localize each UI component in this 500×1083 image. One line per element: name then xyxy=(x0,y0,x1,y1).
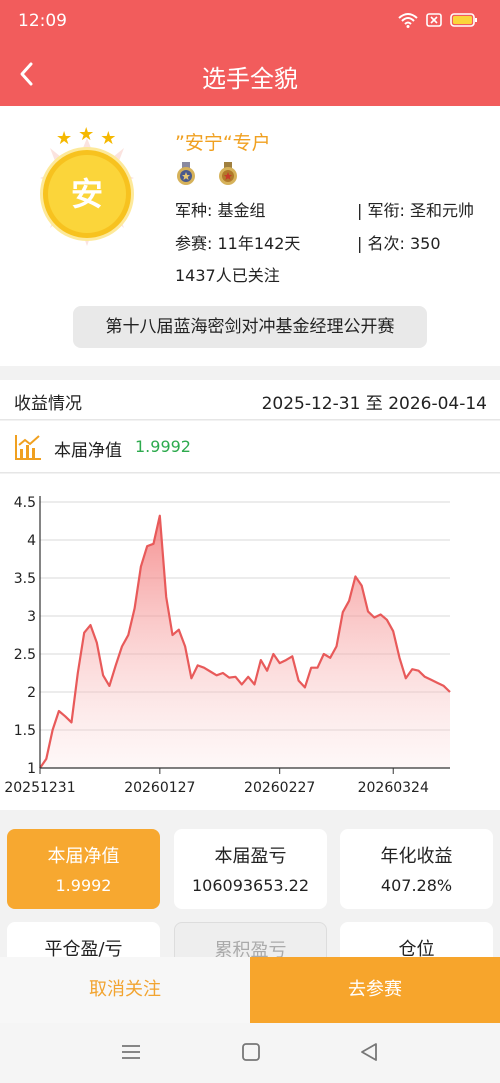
avatar[interactable]: ★ ★ ★ 安 xyxy=(20,118,160,248)
star-icon: ★ xyxy=(100,128,117,149)
nav-label: 本届净值 xyxy=(54,441,122,461)
username: ”安宁“专户 xyxy=(175,132,271,154)
blue-medal-icon xyxy=(177,162,195,185)
top-nav-bar: 选手全貌 xyxy=(0,44,500,106)
join-contest-button[interactable]: 去参赛 xyxy=(250,957,500,1023)
x-tick-label: 20260324 xyxy=(358,780,429,796)
card-value: 407.28% xyxy=(380,876,453,895)
y-tick-label: 3.5 xyxy=(14,571,36,587)
system-nav-bar xyxy=(0,1023,500,1083)
position-label: | 名次: 350 xyxy=(357,234,441,253)
y-tick-label: 4 xyxy=(27,533,36,549)
status-bar: 12:09 xyxy=(0,0,500,44)
card-value: 1.9992 xyxy=(55,876,112,895)
menu-icon[interactable] xyxy=(120,1041,142,1067)
medals xyxy=(175,162,239,186)
star-icon: ★ xyxy=(56,128,73,149)
stats-cards: 本届净值 1.9992 本届盈亏 106093653.22 年化收益 407.2… xyxy=(0,812,500,1002)
x-tick-label: 20251231 xyxy=(4,780,75,796)
card-value: 106093653.22 xyxy=(191,876,310,895)
bar-chart-icon xyxy=(14,433,42,465)
x-tick-label: 20260227 xyxy=(244,780,315,796)
home-icon[interactable] xyxy=(240,1041,262,1067)
card-nav[interactable]: 本届净值 1.9992 xyxy=(7,829,160,909)
y-tick-label: 3 xyxy=(27,609,36,625)
y-tick-label: 4.5 xyxy=(14,495,36,511)
nav-chart: 1 1.5 2 2.5 3 3.5 4 4.5 20251231 20260127 20260227… xyxy=(0,474,500,810)
y-tick-label: 2.5 xyxy=(14,647,36,663)
arm-label: 军种: 基金组 xyxy=(175,201,266,220)
nav-area-fill xyxy=(40,515,450,768)
avatar-initial: 安 xyxy=(43,150,131,238)
nav-value: 1.9992 xyxy=(135,437,191,456)
follower-count: 1437人已关注 xyxy=(175,266,280,285)
card-pnl[interactable]: 本届盈亏 106093653.22 xyxy=(174,829,327,909)
y-tick-label: 1 xyxy=(27,761,36,777)
card-label: 本届盈亏 xyxy=(214,846,287,867)
status-time: 12:09 xyxy=(18,11,67,31)
rank-stars: ★ ★ ★ xyxy=(56,126,117,149)
triangle-back-icon[interactable] xyxy=(358,1041,380,1067)
tenure-label: 参赛: 11年142天 xyxy=(175,234,301,253)
contest-tag[interactable]: 第十八届蓝海密剑对冲基金经理公开赛 xyxy=(73,306,427,348)
star-icon: ★ xyxy=(78,124,95,145)
profile-card: ★ ★ ★ 安 ”安宁“专户 军种: 基金组 | 军衔: 圣和元帅 参赛: 11… xyxy=(0,106,500,366)
bottom-actions: 取消关注 去参赛 xyxy=(0,957,500,1023)
card-annual-return[interactable]: 年化收益 407.28% xyxy=(340,829,493,909)
card-label: 本届净值 xyxy=(47,846,120,867)
wifi-icon xyxy=(398,12,418,32)
x-tick-label: 20260127 xyxy=(124,780,195,796)
y-tick-label: 1.5 xyxy=(14,723,36,739)
y-tick-label: 2 xyxy=(27,685,36,701)
gold-medal-icon xyxy=(219,162,237,185)
sim-icon xyxy=(426,12,442,32)
nav-value-row: 本届净值 1.9992 xyxy=(0,421,500,473)
status-icons xyxy=(398,12,478,32)
card-label: 年化收益 xyxy=(380,846,453,867)
date-range[interactable]: 2025-12-31 至 2026-04-14 xyxy=(262,389,487,414)
nav-chart-svg: 1 1.5 2 2.5 3 3.5 4 4.5 20251231 20260127 20260227… xyxy=(4,495,451,796)
earnings-header: 收益情况 2025-12-31 至 2026-04-14 xyxy=(0,380,500,420)
unfollow-button[interactable]: 取消关注 xyxy=(0,957,250,1023)
page-title: 选手全貌 xyxy=(202,65,298,93)
rank-label: | 军衔: 圣和元帅 xyxy=(357,201,474,220)
earnings-title: 收益情况 xyxy=(14,394,82,414)
battery-icon xyxy=(450,12,478,32)
